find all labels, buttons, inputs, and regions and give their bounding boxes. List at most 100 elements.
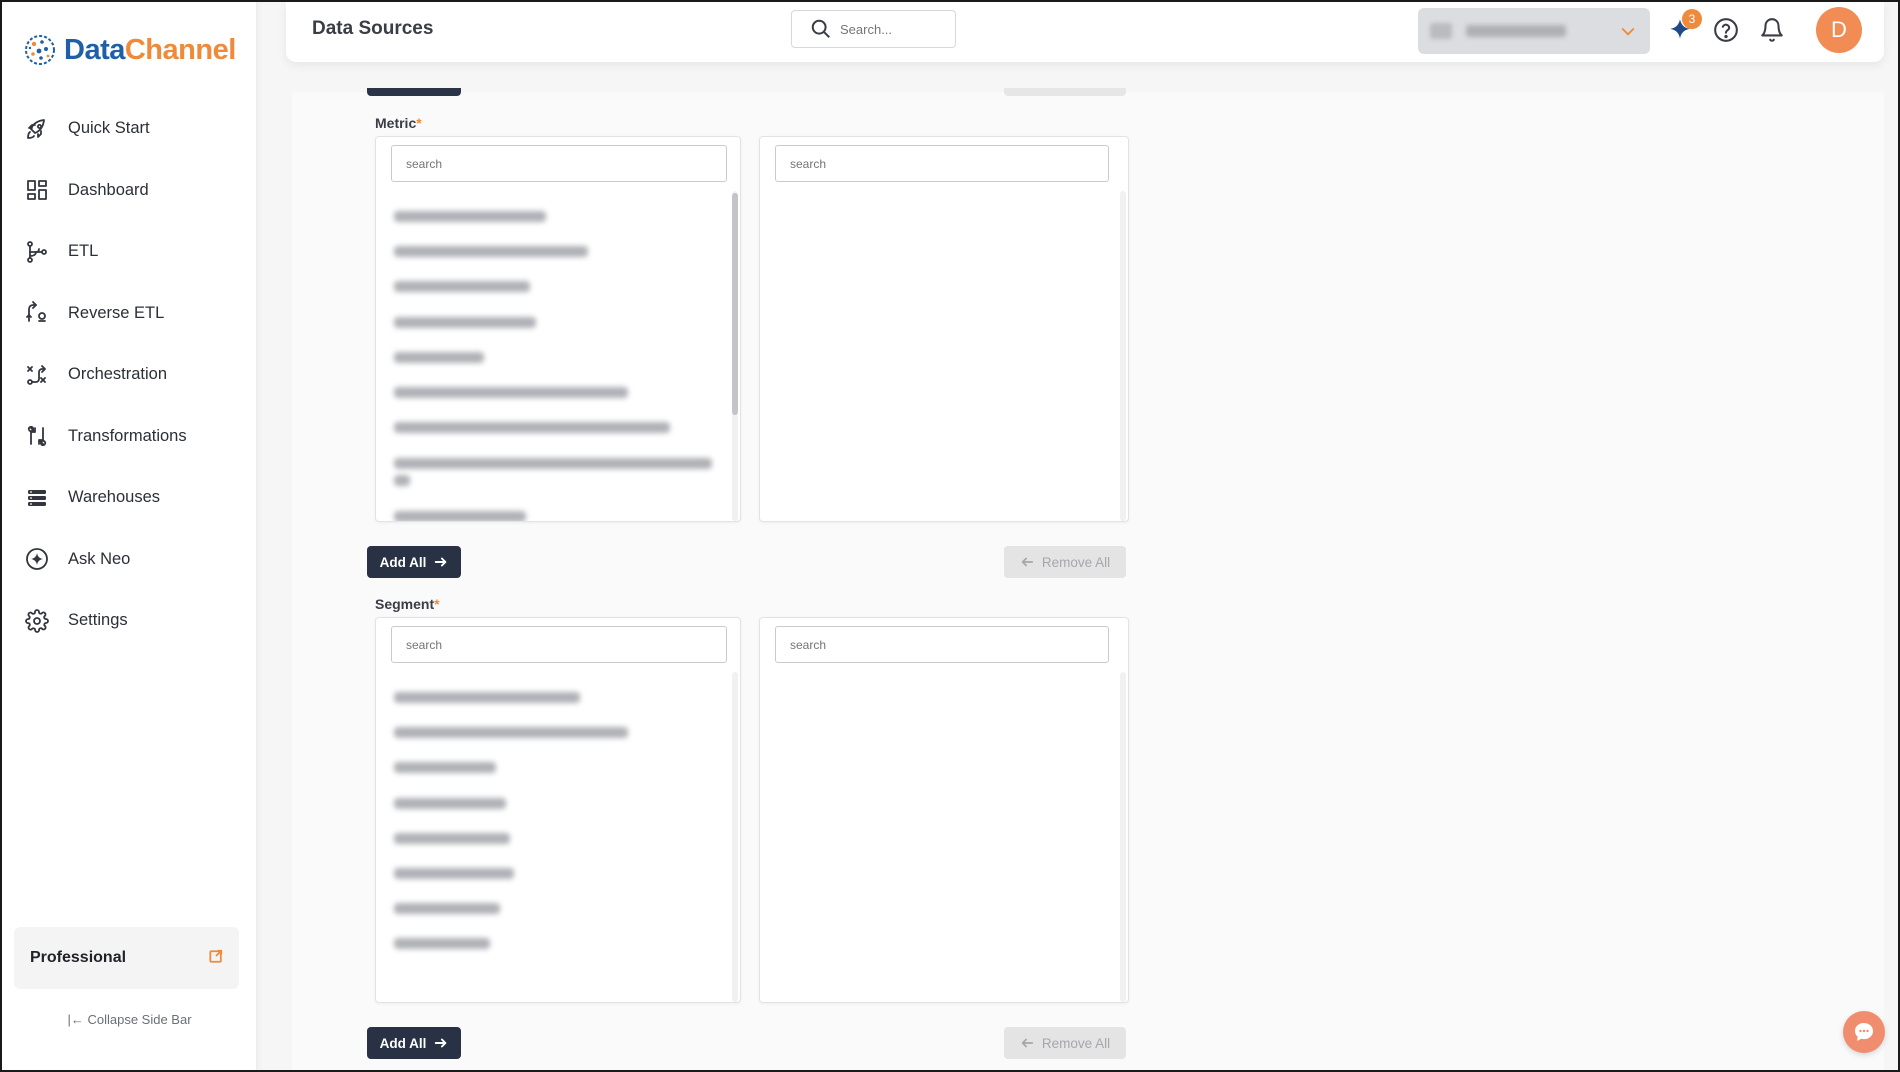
segment-available-search-input[interactable] bbox=[391, 626, 727, 663]
list-item[interactable] bbox=[394, 199, 734, 234]
segment-add-all-button[interactable]: Add All bbox=[367, 1027, 461, 1059]
list-item[interactable] bbox=[394, 680, 734, 715]
metric-add-all-button[interactable]: Add All bbox=[367, 546, 461, 578]
list-item[interactable] bbox=[394, 340, 734, 375]
scrollbar-track[interactable] bbox=[1120, 672, 1126, 1002]
chevron-down-icon bbox=[1618, 21, 1638, 46]
sidebar-item-transformations[interactable]: Transformations bbox=[2, 406, 257, 468]
segment-selected-search-input[interactable] bbox=[775, 626, 1109, 663]
list-item[interactable] bbox=[394, 305, 734, 340]
chat-support-button[interactable] bbox=[1843, 1011, 1885, 1053]
redacted-text bbox=[394, 727, 628, 739]
scrollbar-track[interactable] bbox=[1120, 191, 1126, 521]
redacted-text bbox=[394, 511, 526, 521]
metric-selected-search-input[interactable] bbox=[775, 145, 1109, 182]
metric-available-search-input[interactable] bbox=[391, 145, 727, 182]
scrollbar-track[interactable] bbox=[732, 672, 738, 1002]
metric-available-list bbox=[375, 136, 741, 522]
segment-remove-all-button[interactable]: Remove All bbox=[1004, 1027, 1126, 1059]
dashboard-icon bbox=[24, 177, 50, 203]
redacted-text bbox=[394, 868, 514, 880]
list-item[interactable] bbox=[394, 891, 734, 926]
arrow-right-icon bbox=[435, 1038, 447, 1048]
plan-label: Professional bbox=[30, 949, 127, 966]
workspace-name bbox=[1466, 25, 1566, 37]
redacted-text bbox=[394, 475, 410, 487]
list-item[interactable] bbox=[394, 926, 734, 961]
logo[interactable]: DataChannel bbox=[22, 30, 236, 70]
list-item[interactable] bbox=[394, 410, 734, 445]
sidebar: DataChannel Quick Start Dashboard ETL Re… bbox=[2, 2, 257, 1070]
page-title: Data Sources bbox=[312, 18, 434, 39]
scrollbar-thumb[interactable] bbox=[732, 193, 738, 415]
warehouses-icon bbox=[24, 485, 50, 511]
sidebar-item-reverse-etl[interactable]: Reverse ETL bbox=[2, 283, 257, 345]
sidebar-item-label: Transformations bbox=[68, 426, 187, 445]
top-header: Data Sources 3 D bbox=[286, 2, 1884, 62]
sidebar-item-quick-start[interactable]: Quick Start bbox=[2, 98, 257, 160]
segment-selected-list bbox=[759, 617, 1129, 1003]
sidebar-item-dashboard[interactable]: Dashboard bbox=[2, 160, 257, 222]
user-avatar[interactable]: D bbox=[1816, 7, 1862, 53]
sidebar-item-orchestration[interactable]: Orchestration bbox=[2, 344, 257, 406]
list-item[interactable] bbox=[394, 750, 734, 785]
metric-available-items bbox=[394, 199, 734, 521]
list-item[interactable] bbox=[394, 786, 734, 821]
rocket-icon bbox=[24, 116, 50, 142]
metric-remove-all-button[interactable]: Remove All bbox=[1004, 546, 1126, 578]
redacted-text bbox=[394, 458, 712, 470]
button-label: Add All bbox=[379, 554, 427, 570]
workspace-selector[interactable] bbox=[1418, 8, 1650, 54]
sidebar-item-label: Dashboard bbox=[68, 180, 149, 199]
segment-label-text: Segment bbox=[375, 596, 435, 612]
list-item[interactable] bbox=[394, 445, 734, 499]
collapse-icon: |← bbox=[67, 1012, 84, 1027]
metric-selected-list bbox=[759, 136, 1129, 522]
previous-remove-all-button[interactable] bbox=[1004, 88, 1126, 96]
ai-sparkle-button[interactable]: 3 bbox=[1664, 9, 1702, 46]
list-item[interactable] bbox=[394, 375, 734, 410]
notifications-button[interactable] bbox=[1756, 14, 1788, 46]
redacted-text bbox=[394, 832, 510, 844]
previous-add-all-button[interactable] bbox=[367, 88, 461, 96]
list-item[interactable] bbox=[394, 715, 734, 750]
sidebar-nav: Quick Start Dashboard ETL Reverse ETL Or… bbox=[2, 98, 257, 652]
list-item[interactable] bbox=[394, 269, 734, 304]
sidebar-item-label: Ask Neo bbox=[68, 549, 131, 568]
list-item[interactable] bbox=[394, 821, 734, 856]
sidebar-item-label: Quick Start bbox=[68, 119, 150, 138]
search-input[interactable] bbox=[840, 21, 950, 37]
global-search[interactable] bbox=[791, 10, 956, 48]
button-label: Add All bbox=[379, 1035, 427, 1051]
external-link-icon[interactable] bbox=[209, 949, 223, 968]
sidebar-item-ask-neo[interactable]: Ask Neo bbox=[2, 529, 257, 591]
bell-icon bbox=[1761, 18, 1783, 42]
segment-available-items bbox=[394, 680, 734, 962]
etl-icon bbox=[24, 239, 50, 265]
sidebar-item-label: ETL bbox=[68, 242, 99, 261]
segment-label: Segment* bbox=[375, 596, 440, 612]
orchestration-icon bbox=[24, 362, 50, 388]
redacted-text bbox=[394, 246, 588, 258]
list-item[interactable] bbox=[394, 856, 734, 891]
transformations-icon bbox=[24, 423, 50, 449]
list-item[interactable] bbox=[394, 234, 734, 269]
sparkle-icon bbox=[24, 546, 50, 572]
plan-card[interactable]: Professional bbox=[14, 927, 239, 989]
segment-available-list bbox=[375, 617, 741, 1003]
redacted-text bbox=[394, 351, 484, 363]
collapse-sidebar-button[interactable]: |← Collapse Side Bar bbox=[2, 1012, 257, 1027]
button-label: Remove All bbox=[1041, 554, 1111, 570]
redacted-text bbox=[394, 281, 530, 293]
sidebar-item-settings[interactable]: Settings bbox=[2, 590, 257, 652]
list-item[interactable] bbox=[394, 499, 734, 521]
redacted-text bbox=[394, 692, 580, 704]
redacted-text bbox=[394, 797, 506, 809]
sidebar-item-label: Orchestration bbox=[68, 365, 168, 384]
help-button[interactable] bbox=[1710, 14, 1742, 46]
help-icon bbox=[1714, 18, 1738, 42]
sidebar-item-warehouses[interactable]: Warehouses bbox=[2, 467, 257, 529]
sidebar-item-etl[interactable]: ETL bbox=[2, 221, 257, 283]
logo-text: DataChannel bbox=[64, 34, 236, 67]
search-icon bbox=[811, 19, 830, 38]
